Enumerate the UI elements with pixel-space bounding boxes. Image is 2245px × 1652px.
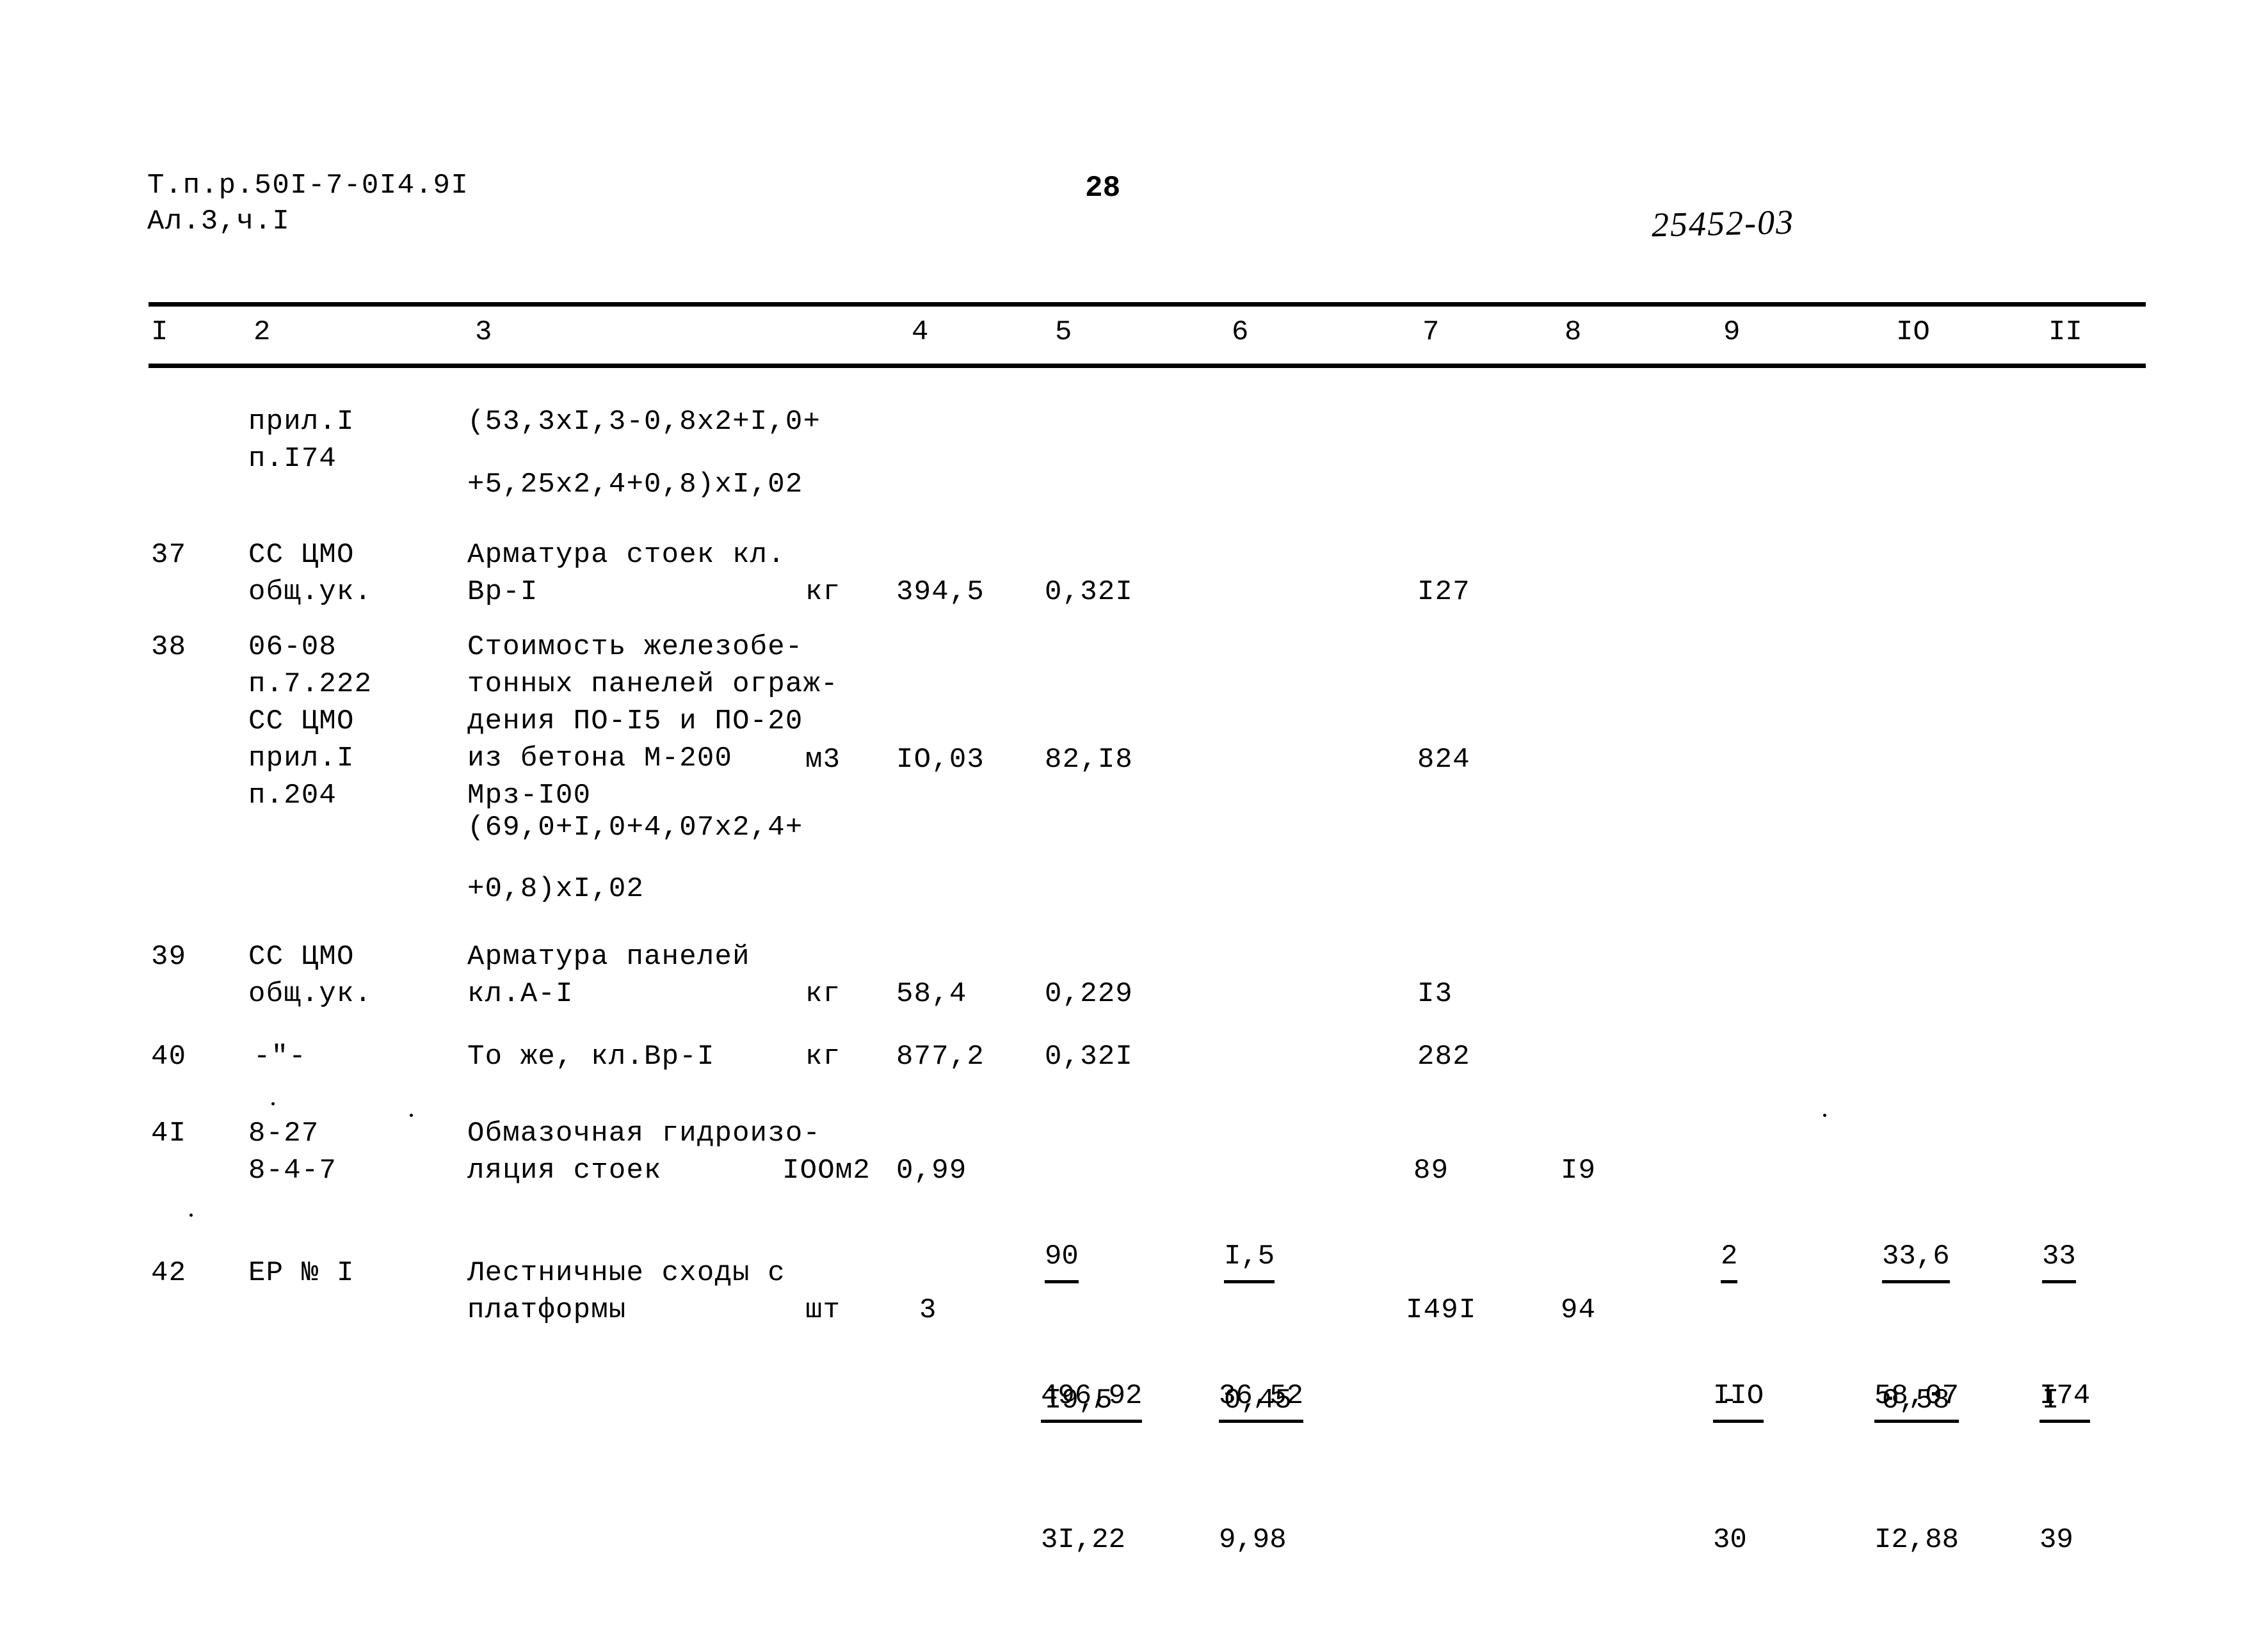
row-col4: 0,99 [896, 1155, 967, 1187]
row-col6-denominator: 9,98 [1219, 1524, 1287, 1556]
row-description: То же, кл.Вр-I [467, 1041, 715, 1073]
row-description: Арматура панелей кл.А-I [467, 941, 750, 1010]
row-description: Лестничные сходы с платформы [467, 1257, 785, 1326]
row-code: СС ЦМО общ.ук. [248, 539, 373, 608]
row-unit: шт [805, 1294, 841, 1326]
row-col4: 58,4 [896, 978, 967, 1010]
row-col11-numerator: 33 [2042, 1234, 2076, 1283]
column-header-8: 8 [1565, 316, 1582, 348]
row-col8: 94 [1561, 1294, 1597, 1326]
column-header-11: II [2048, 316, 2082, 348]
row-code: -"- [253, 1041, 307, 1073]
row-col10-fraction: 58,07 I2,88 [1874, 1284, 1959, 1652]
row-number: 4I [151, 1118, 187, 1150]
row-col11-denominator: 39 [2040, 1524, 2073, 1556]
row-col10-numerator: 33,6 [1882, 1234, 1950, 1283]
row-col5-numerator: 90 [1045, 1234, 1079, 1283]
column-header-9: 9 [1723, 316, 1741, 348]
row-col11-fraction: I74 39 [2040, 1284, 2107, 1652]
scan-speck [189, 1214, 193, 1217]
row-col6-fraction: 36,52 9,98 [1219, 1284, 1304, 1652]
row-col5-fraction: 496,92 3I,22 [1041, 1284, 1143, 1652]
row-description-cont2: +0,8)xI,02 [467, 873, 645, 905]
row-col6-numerator: I,5 [1224, 1234, 1275, 1283]
row-col4: 3 [919, 1294, 937, 1326]
row-number: 38 [151, 631, 187, 663]
column-header-2: 2 [253, 316, 271, 348]
row-col5-denominator: 3I,22 [1041, 1524, 1126, 1556]
row-unit: кг [805, 978, 841, 1010]
column-header-1: I [151, 316, 168, 348]
row-unit: IOOм2 [782, 1155, 871, 1187]
row-col9-numerator: 2 [1721, 1234, 1738, 1283]
row-unit: кг [805, 1041, 841, 1073]
row-code: 06-08 п.7.222 СС ЦМО прил.I п.204 [248, 631, 373, 812]
column-header-5: 5 [1055, 316, 1072, 348]
column-header-6: 6 [1232, 316, 1249, 348]
row-col7: 824 [1417, 744, 1470, 776]
row-unit: кг [805, 576, 841, 608]
row-col7: 89 [1413, 1155, 1449, 1187]
row-col5: 0,229 [1045, 978, 1134, 1010]
row-number: 42 [151, 1257, 187, 1289]
scan-speck [1823, 1114, 1826, 1117]
row-col9-numerator: IIO [1713, 1374, 1764, 1423]
row-code: ЕР № I [248, 1257, 355, 1289]
row-description: Обмазочная гидроизо- ляция стоек [467, 1118, 821, 1187]
column-header-4: 4 [912, 316, 929, 348]
row-description: Стоимость железобе- тонных панелей ограж… [467, 631, 839, 812]
row-col5: 0,32I [1045, 576, 1134, 608]
row-code: прил.I п.I74 [248, 406, 355, 475]
row-col9-fraction: IIO 30 [1713, 1284, 1781, 1652]
row-description: (53,3xI,3-0,8x2+I,0+ [467, 406, 821, 438]
row-col11-numerator: I74 [2040, 1374, 2091, 1423]
scan-speck [410, 1114, 413, 1117]
scan-speck [271, 1102, 275, 1105]
row-number: 37 [151, 539, 187, 571]
row-col7: I3 [1417, 978, 1453, 1010]
row-col7: I49I [1406, 1294, 1477, 1326]
column-header-7: 7 [1422, 316, 1440, 348]
row-col4: IO,03 [896, 744, 985, 776]
row-col8: I9 [1561, 1155, 1597, 1187]
row-number: 39 [151, 941, 187, 973]
row-col10-denominator: I2,88 [1874, 1524, 1959, 1556]
row-col5: 82,I8 [1045, 744, 1134, 776]
estimate-table: I 2 3 4 5 6 7 8 9 IO II прил.I п.I74 (53… [0, 0, 2245, 1587]
row-col10-numerator: 58,07 [1874, 1374, 1959, 1423]
row-col5-numerator: 496,92 [1041, 1374, 1143, 1423]
row-col6-numerator: 36,52 [1219, 1374, 1304, 1423]
row-unit: м3 [805, 744, 841, 776]
row-description-cont: +5,25x2,4+0,8)xI,02 [467, 469, 803, 501]
row-code: СС ЦМО общ.ук. [248, 941, 373, 1010]
row-col4: 877,2 [896, 1041, 985, 1073]
row-description: Арматура стоек кл. Вр-I [467, 539, 785, 608]
column-header-10: IO [1896, 316, 1930, 348]
row-col5: 0,32I [1045, 1041, 1134, 1073]
column-header-3: 3 [475, 316, 492, 348]
row-col7: I27 [1417, 576, 1470, 608]
row-col4: 394,5 [896, 576, 985, 608]
row-col9-denominator: 30 [1713, 1524, 1747, 1556]
row-description-cont: (69,0+I,0+4,07x2,4+ [467, 812, 803, 844]
row-code: 8-27 8-4-7 [248, 1118, 337, 1187]
row-col7: 282 [1417, 1041, 1470, 1073]
row-number: 40 [151, 1041, 187, 1073]
